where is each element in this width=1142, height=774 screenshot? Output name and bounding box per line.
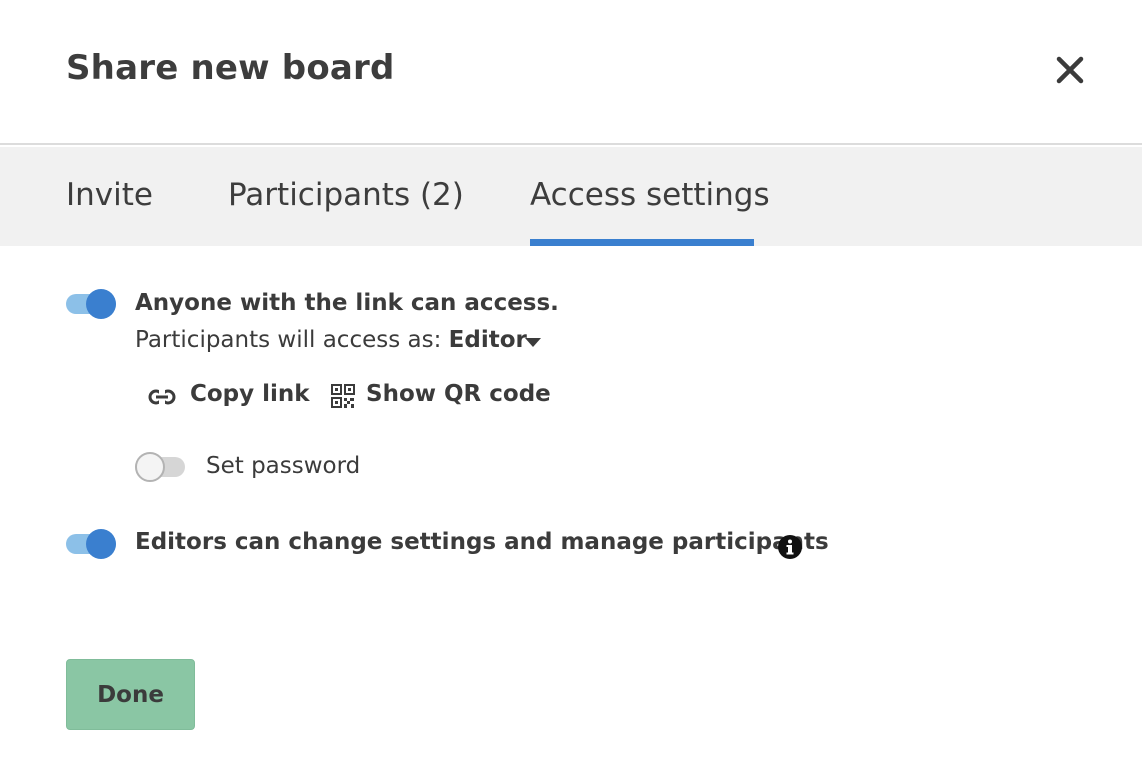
tab-access-settings[interactable]: Access settings [530,177,770,246]
caret-down-icon [525,338,541,347]
access-role-prefix: Participants will access as: [135,327,442,353]
toggle-knob [86,529,116,559]
done-button[interactable]: Done [66,659,195,730]
tab-participants[interactable]: Participants (2) [228,177,464,246]
link-icon [148,384,176,410]
link-access-toggle[interactable] [66,289,116,319]
role-dropdown-caret[interactable] [524,336,542,348]
active-tab-indicator [530,239,754,246]
access-role-line: Participants will access as: Editor [135,327,527,353]
toggle-knob [86,289,116,319]
close-button[interactable] [1050,50,1090,90]
info-icon[interactable] [777,534,803,560]
show-qr-code-button[interactable]: Show QR code [330,381,551,413]
editors-manage-toggle[interactable] [66,529,116,559]
copy-link-label: Copy link [190,381,310,407]
dialog-header: Share new board [0,0,1142,145]
editors-manage-label: Editors can change settings and manage p… [135,529,829,555]
access-role-select[interactable]: Editor [449,327,527,353]
link-access-label: Anyone with the link can access. [135,290,559,316]
dialog-title: Share new board [66,48,395,88]
tab-bar: Invite Participants (2) Access settings [0,147,1142,246]
tab-invite[interactable]: Invite [66,177,153,246]
show-qr-code-label: Show QR code [366,381,551,407]
toggle-knob [135,452,165,482]
close-icon [1056,56,1084,84]
password-toggle[interactable] [135,452,185,482]
password-label: Set password [206,453,361,479]
qr-code-icon [330,384,358,410]
copy-link-button[interactable]: Copy link [148,381,310,413]
share-dialog: Share new board Invite Participants (2) … [0,0,1142,774]
